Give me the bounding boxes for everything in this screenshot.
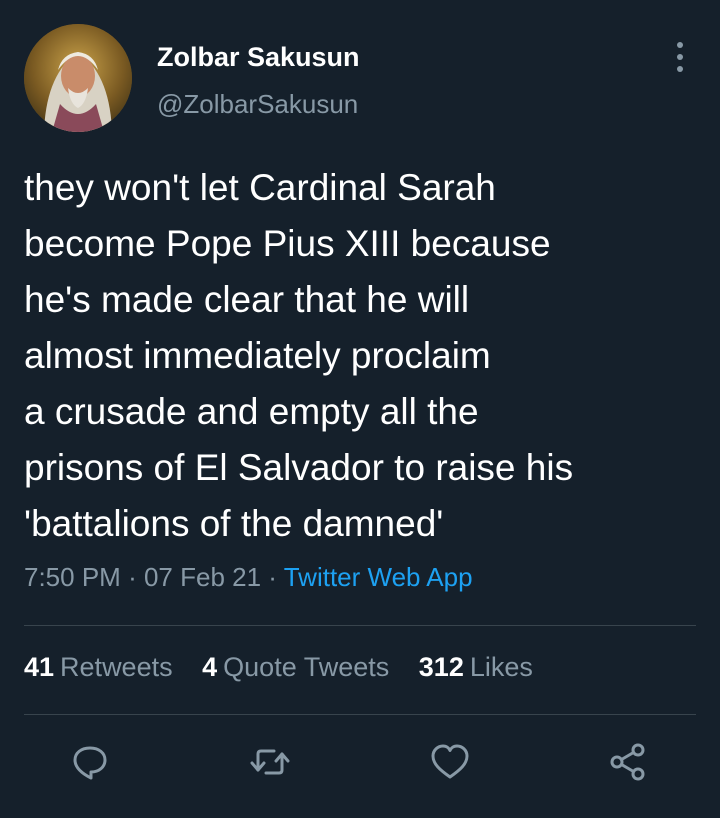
- tweet-header: Zolbar Sakusun @ZolbarSakusun: [24, 24, 696, 134]
- heart-icon[interactable]: [428, 740, 472, 784]
- share-icon[interactable]: [606, 740, 650, 784]
- more-vertical-icon[interactable]: [670, 42, 690, 82]
- reply-icon[interactable]: [68, 740, 112, 784]
- action-bar: [0, 740, 720, 790]
- tweet-meta: 7:50 PM · 07 Feb 21 · Twitter Web App: [24, 562, 473, 593]
- retweets-count: 41: [24, 652, 55, 682]
- user-handle[interactable]: @ZolbarSakusun: [157, 89, 358, 120]
- quote-tweets-count: 4: [202, 652, 218, 682]
- retweets-stat[interactable]: 41 Retweets: [24, 652, 173, 682]
- divider: [24, 714, 696, 715]
- tweet-time: 7:50 PM: [24, 562, 121, 592]
- retweets-label: Retweets: [60, 652, 173, 682]
- meta-separator: ·: [128, 562, 137, 592]
- tweet-stats: 41 Retweets 4 Quote Tweets 312 Likes: [24, 652, 555, 683]
- tweet-text: they won't let Cardinal Sarah become Pop…: [24, 167, 574, 544]
- divider: [24, 625, 696, 626]
- meta-separator: ·: [268, 562, 277, 592]
- quote-tweets-label: Quote Tweets: [223, 652, 390, 682]
- display-name[interactable]: Zolbar Sakusun: [157, 42, 360, 73]
- tweet-date: 07 Feb 21: [143, 562, 262, 592]
- quote-tweets-stat[interactable]: 4 Quote Tweets: [202, 652, 389, 682]
- avatar[interactable]: [24, 24, 132, 132]
- likes-count: 312: [418, 652, 464, 682]
- likes-stat[interactable]: 312 Likes: [419, 652, 533, 682]
- likes-label: Likes: [469, 652, 533, 682]
- retweet-icon[interactable]: [248, 740, 292, 784]
- tweet-source-link[interactable]: Twitter Web App: [284, 562, 473, 592]
